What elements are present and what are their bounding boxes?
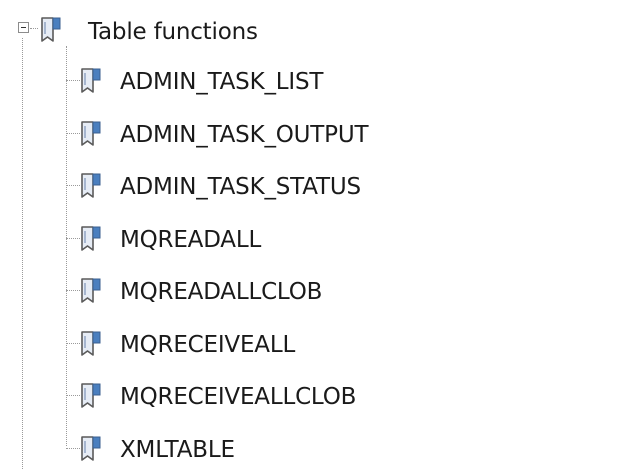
function-folder-icon [38, 16, 64, 44]
function-icon [78, 330, 104, 358]
tree-node-function[interactable]: XMLTABLE [0, 436, 636, 469]
tree-node-label: MQRECEIVEALLCLOB [120, 384, 357, 410]
tree-node-function[interactable]: ADMIN_TASK_LIST [0, 68, 636, 108]
object-tree: Table functions ADMIN_TASK_LIST ADMIN_TAS… [0, 0, 636, 469]
tree-node-label: XMLTABLE [120, 437, 235, 463]
tree-node-label: Table functions [88, 19, 258, 45]
function-icon [78, 120, 104, 148]
tree-node-function[interactable]: MQRECEIVEALL [0, 331, 636, 371]
function-icon [78, 435, 104, 463]
tree-connector-root [30, 28, 38, 29]
tree-node-function[interactable]: ADMIN_TASK_STATUS [0, 173, 636, 213]
tree-node-label: ADMIN_TASK_STATUS [120, 174, 361, 200]
function-icon [78, 172, 104, 200]
function-icon [78, 225, 104, 253]
function-icon [78, 382, 104, 410]
tree-node-label: MQREADALLCLOB [120, 279, 323, 305]
tree-node-function[interactable]: ADMIN_TASK_OUTPUT [0, 121, 636, 161]
tree-node-label: ADMIN_TASK_OUTPUT [120, 122, 369, 148]
function-icon [78, 277, 104, 305]
function-icon [78, 67, 104, 95]
tree-node-label: MQRECEIVEALL [120, 332, 296, 358]
tree-node-function[interactable]: MQREADALLCLOB [0, 278, 636, 318]
collapse-toggle-icon[interactable] [18, 22, 29, 33]
tree-node-label: ADMIN_TASK_LIST [120, 69, 324, 95]
tree-node-function[interactable]: MQRECEIVEALLCLOB [0, 383, 636, 423]
tree-node-function[interactable]: MQREADALL [0, 226, 636, 266]
tree-node-table-functions[interactable]: Table functions [0, 16, 636, 58]
tree-node-label: MQREADALL [120, 227, 262, 253]
